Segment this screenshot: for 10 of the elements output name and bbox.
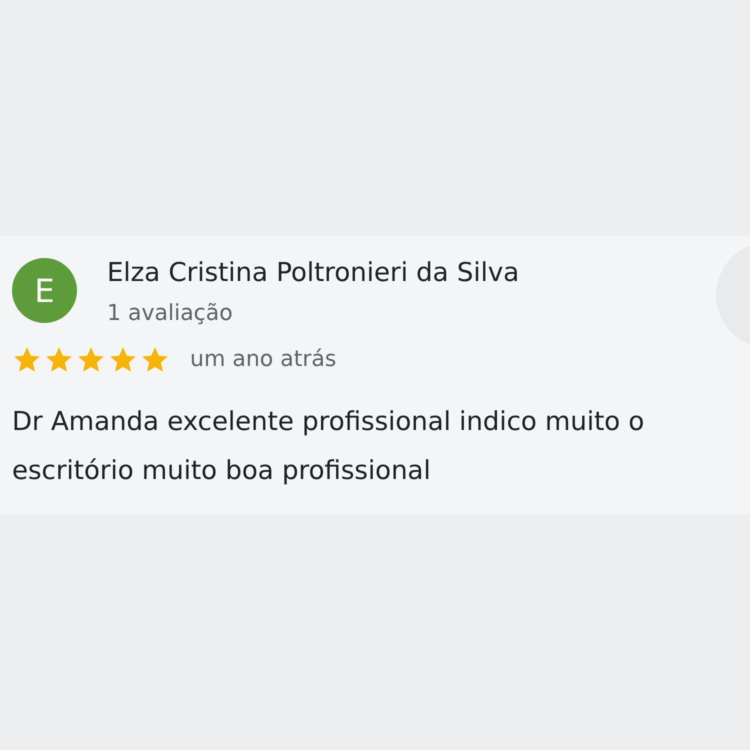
star-icon (12, 346, 42, 374)
star-icon (76, 346, 106, 374)
star-icon (140, 346, 170, 374)
review-time: um ano atrás (190, 346, 336, 374)
star-icon (108, 346, 138, 374)
author-name[interactable]: Elza Cristina Poltronieri da Silva (107, 256, 520, 290)
review-count: 1 avaliação (107, 300, 234, 328)
star-icon (44, 346, 74, 374)
review-text: Dr Amanda excelente profissional indico muito o escritório muito boa profissional (12, 406, 646, 488)
avatar: E (12, 258, 77, 323)
